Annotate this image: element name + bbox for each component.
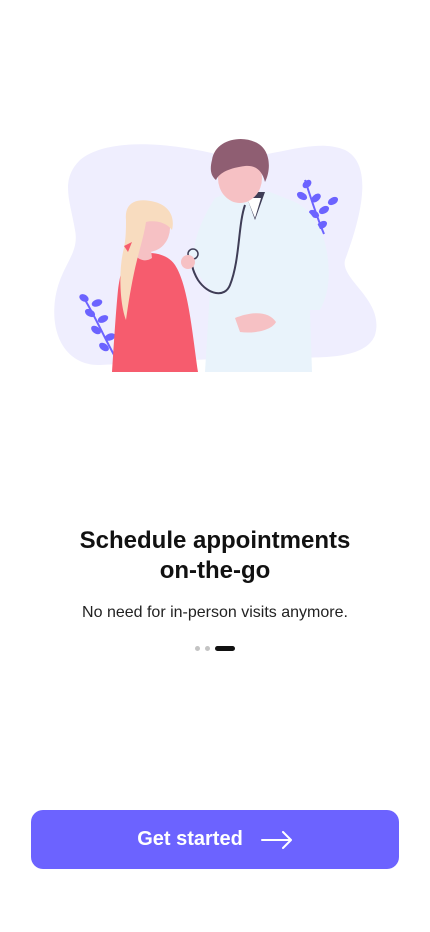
page-dot-1: [195, 646, 200, 651]
page-subtitle: No need for in-person visits anymore.: [82, 604, 348, 621]
page-dot-3-active: [215, 646, 235, 651]
arrow-right-icon: [260, 830, 293, 849]
doctor-patient-illustration: [54, 139, 377, 372]
title-line-1: Schedule appointments: [79, 527, 351, 554]
page-dot-2: [205, 646, 210, 651]
page-indicator: [0, 646, 430, 651]
doctor-coat: [193, 190, 329, 372]
title-line-2: on-the-go: [159, 557, 271, 584]
get-started-button[interactable]: Get started: [31, 810, 399, 869]
page-title: Schedule appointments on-the-go: [0, 526, 430, 586]
get-started-label: Get started: [137, 828, 243, 850]
